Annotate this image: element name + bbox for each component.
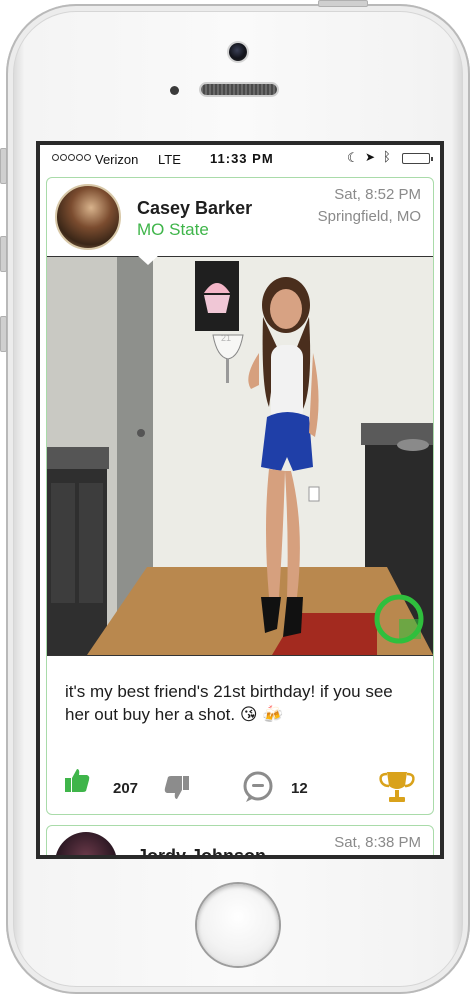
volume-up-button: [0, 236, 7, 272]
post-card[interactable]: Casey Barker MO State Sat, 8:52 PM Sprin…: [46, 177, 434, 815]
bluetooth-icon: ᛒ: [383, 149, 391, 164]
post-school[interactable]: MO State: [137, 220, 209, 240]
battery-icon: [402, 153, 433, 164]
thumbs-down-icon[interactable]: [163, 774, 191, 807]
post-author[interactable]: Casey Barker: [137, 198, 252, 219]
status-time: 11:33 PM: [210, 151, 274, 166]
network-type: LTE: [158, 152, 181, 167]
volume-down-button: [0, 316, 7, 352]
like-count: 207: [113, 780, 139, 797]
carrier-name: Verizon: [95, 152, 139, 167]
post-text: it's my best friend's 21st birthday! if …: [65, 682, 393, 724]
post-location: Springfield, MO: [317, 208, 421, 225]
do-not-disturb-icon: ☾: [347, 150, 359, 165]
status-bar: Verizon LTE 11:33 PM ☾ ➤ ᛒ: [40, 145, 440, 173]
next-post-author[interactable]: Jordy Johnson: [137, 846, 266, 855]
earpiece-speaker: [201, 84, 277, 95]
app-logo-icon: [373, 593, 425, 645]
next-author-avatar[interactable]: [55, 832, 117, 855]
next-post-card[interactable]: Jordy Johnson Sat, 8:38 PM: [46, 825, 434, 855]
mute-switch: [0, 148, 7, 184]
location-arrow-icon: ➤: [365, 150, 376, 164]
next-post-timestamp: Sat, 8:38 PM: [334, 834, 421, 851]
power-button: [318, 0, 368, 7]
post-timestamp: Sat, 8:52 PM: [334, 186, 421, 203]
comment-bubble-icon[interactable]: [241, 770, 275, 809]
comment-count: 12: [291, 780, 308, 797]
screen: Verizon LTE 11:33 PM ☾ ➤ ᛒ Casey Barker …: [36, 141, 444, 859]
photo-notch: [137, 255, 159, 265]
author-avatar[interactable]: [55, 184, 121, 250]
front-camera: [229, 43, 247, 61]
thumbs-up-icon[interactable]: [63, 766, 91, 799]
trophy-icon[interactable]: [377, 770, 417, 809]
post-photo[interactable]: 21: [47, 256, 433, 656]
home-button[interactable]: [197, 884, 279, 966]
proximity-sensor: [170, 86, 179, 95]
signal-strength-icon: [52, 154, 91, 161]
